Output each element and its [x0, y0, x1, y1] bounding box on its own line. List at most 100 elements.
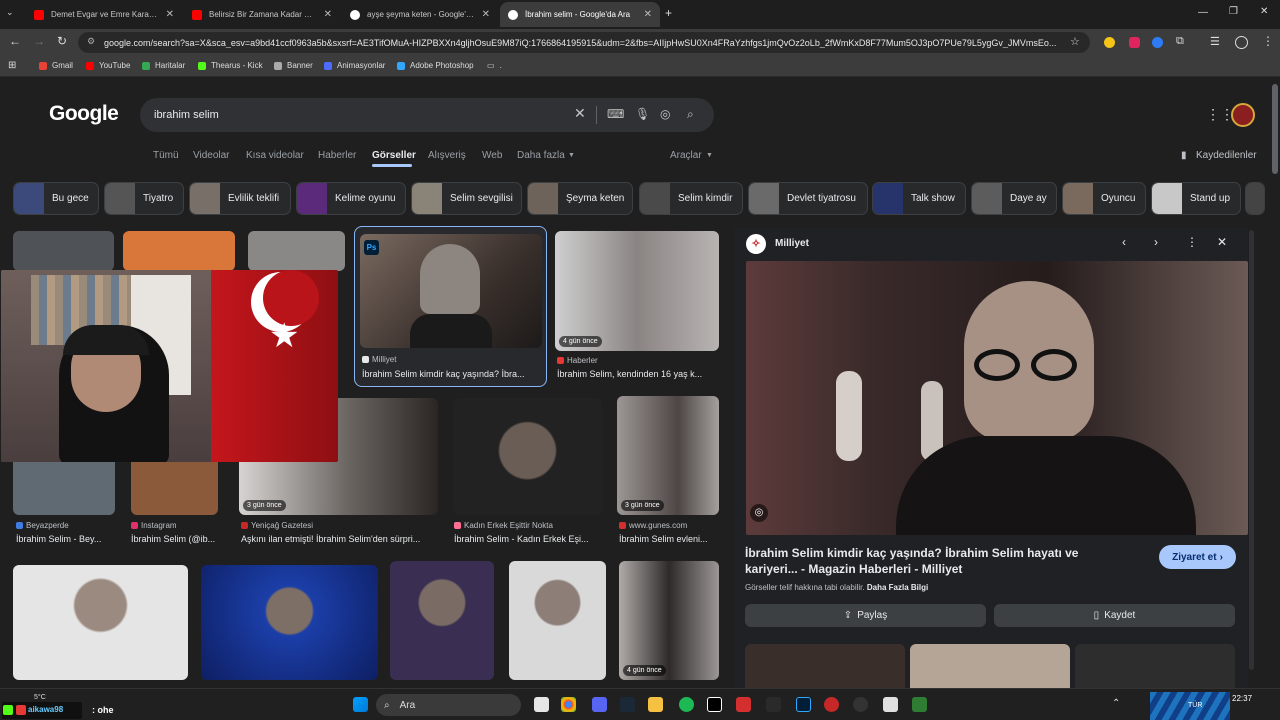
clock[interactable]: 22:37	[1232, 694, 1252, 703]
tab-videos[interactable]: Videolar	[193, 150, 230, 161]
app-icon[interactable]	[824, 697, 839, 712]
chip[interactable]: Şeyma keten	[527, 182, 633, 215]
epic-games-icon[interactable]	[766, 697, 781, 712]
spotify-icon[interactable]	[679, 697, 694, 712]
previous-icon[interactable]: ‹	[1122, 235, 1126, 249]
image-result[interactable]	[123, 231, 235, 271]
share-button[interactable]: ⇪ Paylaş	[745, 604, 986, 627]
bookmark-folder[interactable]: ▭.	[487, 61, 502, 70]
minimize-icon[interactable]: —	[1198, 7, 1208, 18]
chip[interactable]: Talk show	[872, 182, 966, 215]
menu-kebab-icon[interactable]: ⋮	[1262, 34, 1274, 48]
keyboard-icon[interactable]: ⌨	[607, 107, 624, 121]
panel-scrollbar[interactable]	[1249, 230, 1254, 670]
bookmark-item[interactable]: Thearus - Kick	[198, 61, 263, 70]
image-result[interactable]	[13, 565, 188, 680]
account-avatar[interactable]	[1231, 103, 1255, 127]
image-result[interactable]	[509, 561, 606, 680]
discord-icon[interactable]	[592, 697, 607, 712]
bookmark-star-icon[interactable]: ☆	[1070, 35, 1080, 48]
search-icon[interactable]: ⌕	[687, 107, 694, 122]
related-image[interactable]	[745, 644, 905, 688]
steam-icon[interactable]	[620, 697, 635, 712]
lens-icon[interactable]: ◎	[660, 107, 670, 121]
extension-icon[interactable]	[1104, 37, 1115, 48]
chip[interactable]: Stand up	[1151, 182, 1241, 215]
chip[interactable]: Kelime oyunu	[296, 182, 406, 215]
result-title[interactable]: İbrahim Selim evleni...	[619, 534, 719, 544]
search-box[interactable]: ibrahim selim ✕ ⌨ 🎙 ◎ ⌕	[140, 98, 714, 132]
close-icon[interactable]: ✕	[1217, 235, 1227, 249]
image-result[interactable]	[201, 565, 378, 680]
tab-shopping[interactable]: Alışveriş	[428, 150, 466, 161]
chip[interactable]: Bu gece	[13, 182, 99, 215]
bookmark-item[interactable]: Gmail	[39, 61, 73, 70]
tab-search-icon[interactable]: ⌄	[6, 7, 14, 18]
browser-tab[interactable]: Belirsiz Bir Zamana Kadar Güle ✕	[184, 2, 340, 27]
image-result[interactable]	[13, 231, 114, 271]
profile-avatar[interactable]	[1235, 36, 1248, 49]
saved-button[interactable]: Kaydedilenler	[1196, 150, 1257, 161]
taskbar-search[interactable]: ⌕ Ara	[376, 694, 521, 716]
image-result[interactable]	[390, 561, 494, 680]
extensions-puzzle-icon[interactable]: ⧉	[1176, 35, 1184, 48]
forward-icon[interactable]: →	[31, 34, 47, 48]
close-window-icon[interactable]: ✕	[1260, 6, 1268, 17]
chip[interactable]: Daye ay	[971, 182, 1057, 215]
tab-short-videos[interactable]: Kısa videolar	[246, 150, 304, 161]
browser-tab-active[interactable]: İbrahim selim - Google'da Ara ✕	[500, 2, 660, 27]
related-image[interactable]	[1075, 644, 1235, 688]
preview-image[interactable]	[746, 261, 1248, 535]
chip[interactable]: Selim sevgilisi	[411, 182, 522, 215]
media-controls-icon[interactable]: ☰	[1210, 35, 1220, 48]
app-icon[interactable]	[912, 697, 927, 712]
chip[interactable]: Selim kimdir	[639, 182, 743, 215]
related-image[interactable]	[910, 644, 1070, 688]
google-logo[interactable]: Google	[49, 102, 119, 126]
result-thumbnail[interactable]	[360, 234, 542, 348]
file-explorer-icon[interactable]	[648, 697, 663, 712]
chip[interactable]	[1245, 182, 1265, 215]
more-options-icon[interactable]: ⋮	[1186, 235, 1198, 249]
close-icon[interactable]: ✕	[644, 9, 652, 20]
address-bar[interactable]: ⚙ google.com/search?sa=X&sca_esv=a9bd41c…	[78, 32, 1090, 53]
chip[interactable]: Evlilik teklifi	[189, 182, 291, 215]
image-result[interactable]	[453, 398, 602, 515]
obs-icon[interactable]	[853, 697, 868, 712]
chrome-icon[interactable]	[561, 697, 576, 712]
windows-start-icon[interactable]	[353, 697, 368, 712]
tab-images[interactable]: Görseller	[372, 150, 416, 161]
bookmark-item[interactable]: Animasyonlar	[324, 61, 385, 70]
lens-search-icon[interactable]: ◎	[750, 504, 768, 522]
bookmark-item[interactable]: YouTube	[86, 61, 130, 70]
microphone-icon[interactable]: 🎙	[635, 107, 650, 121]
reload-icon[interactable]: ↻	[54, 34, 70, 48]
image-result[interactable]	[248, 231, 345, 271]
chip[interactable]: Tiyatro	[104, 182, 184, 215]
task-view-icon[interactable]	[534, 697, 549, 712]
visit-button[interactable]: Ziyaret et ›	[1159, 545, 1236, 569]
photoshop-icon[interactable]	[796, 697, 811, 712]
new-tab-button[interactable]: +	[665, 6, 672, 20]
save-button[interactable]: ▯ Kaydet	[994, 604, 1235, 627]
clear-icon[interactable]: ✕	[574, 105, 586, 122]
bookmark-item[interactable]: Adobe Photoshop	[397, 61, 474, 70]
tray-chevron-icon[interactable]: ⌃	[1112, 698, 1120, 709]
result-title[interactable]: İbrahim Selim (@ib...	[131, 534, 225, 544]
close-icon[interactable]: ✕	[482, 9, 490, 20]
browser-tab[interactable]: Demet Evgar ve Emre Karayel'in ✕	[26, 2, 182, 27]
panel-source-name[interactable]: Milliyet	[775, 238, 809, 249]
image-result-selected[interactable]: Ps Milliyet İbrahim Selim kimdir kaç yaş…	[354, 226, 547, 387]
site-info-icon[interactable]: ⚙	[87, 36, 95, 47]
result-title[interactable]: Aşkını ilan etmişti! İbrahim Selim'den s…	[241, 534, 437, 544]
close-icon[interactable]: ✕	[324, 9, 332, 20]
weather-widget[interactable]: 5°C	[34, 694, 46, 701]
tab-news[interactable]: Haberler	[318, 150, 356, 161]
next-icon[interactable]: ›	[1154, 235, 1158, 249]
result-title[interactable]: İbrahim Selim kimdir kaç yaşında? İbra..…	[362, 369, 542, 379]
bookmark-item[interactable]: Haritalar	[142, 61, 185, 70]
panel-title[interactable]: İbrahim Selim kimdir kaç yaşında? İbrahi…	[745, 545, 1125, 577]
browser-tab[interactable]: ayşe şeyma keten - Google'da A ✕	[342, 2, 498, 27]
tools-button[interactable]: Araçlar	[670, 150, 702, 161]
extension-icon[interactable]	[1129, 37, 1140, 48]
